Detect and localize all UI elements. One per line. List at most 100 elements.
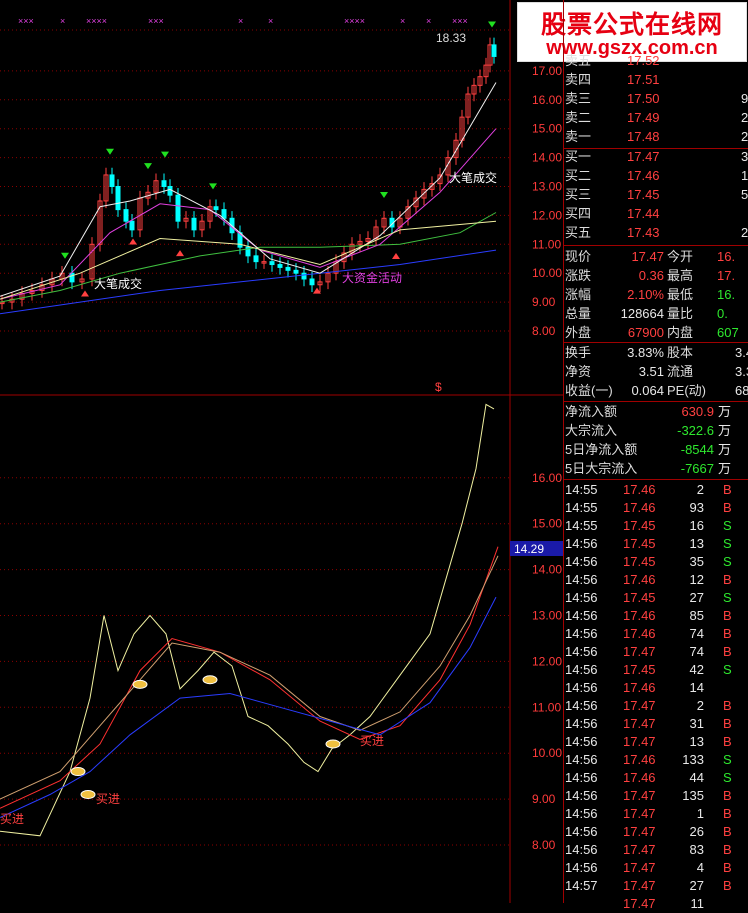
order-book-row: 卖五 17.52 [563, 52, 748, 70]
bottom-chart-signals [70, 675, 341, 800]
big-deal-label-1: 大笔成交 [94, 276, 142, 291]
trade-row-cell: 27 [689, 878, 704, 893]
trade-row-cell: 74 [689, 626, 704, 641]
order-book-row-cell: 买五 [565, 225, 592, 240]
fund-flow-row-cell: 万 [718, 442, 732, 457]
trade-row: 14:56 17.46 74 B [563, 625, 748, 643]
fundamental-row-cell: PE(动) [667, 383, 707, 398]
trade-row-cell: 17.46 [623, 608, 656, 623]
buy-arrow [81, 290, 89, 297]
gold-ingot-icon [70, 767, 86, 777]
order-book-row-cell: 17.52 [627, 53, 660, 68]
order-book-row-cell: 2 [741, 225, 748, 240]
fundamental-row-cell: 68 [735, 383, 748, 398]
y-tick-label: 15.00 [532, 122, 562, 136]
trade-row-cell: 17.45 [623, 554, 656, 569]
candle-body [213, 206, 219, 211]
fundamental-row-cell: 3.40 [735, 345, 748, 360]
big-deal-label-2: 大笔成交 [449, 170, 497, 185]
candle-body [167, 186, 173, 196]
buy-label-1: 买进 [0, 812, 24, 826]
candle-body [115, 186, 121, 211]
trade-row-cell: 17.47 [623, 878, 656, 893]
quote-row-cell: 17.47 [631, 249, 664, 264]
trade-row: 14:56 17.47 74 B [563, 643, 748, 661]
candle-body [285, 266, 291, 271]
trade-row-cell: 35 [689, 554, 704, 569]
trade-row-cell: 14:55 [565, 500, 598, 515]
trade-row-cell: 27 [689, 590, 704, 605]
trade-row: 14:56 17.46 14 [563, 679, 748, 697]
trade-row-cell: 16 [689, 518, 704, 533]
sell-arrow [106, 148, 114, 155]
quote-row-cell: 量比 [667, 306, 694, 321]
trade-row: 14:56 17.47 13 B [563, 733, 748, 751]
order-book-row-cell: 17.51 [627, 72, 660, 87]
order-book-row: 卖二 17.49 2 [563, 109, 748, 127]
quote-row-cell: 16. [717, 287, 736, 302]
trade-row-cell: B [723, 608, 732, 623]
trade-row-cell: B [723, 644, 732, 659]
fund-flow-row-cell: 万 [718, 423, 732, 438]
order-book-row-cell: 卖一 [565, 129, 592, 144]
trade-row-cell: S [723, 590, 732, 605]
trade-row-cell: 93 [689, 500, 704, 515]
buy-label-2: 买进 [96, 792, 120, 806]
trade-row-cell: 14:56 [565, 860, 598, 875]
trade-row: 14:56 17.46 133 S [563, 751, 748, 769]
order-book-row: 卖三 17.50 9 [563, 90, 748, 108]
order-book-row-cell: 卖五 [565, 53, 592, 68]
candle-body [69, 272, 75, 283]
trade-row-cell: B [723, 716, 732, 731]
panel-separator [563, 342, 748, 343]
fund-flow-row: 5日净流入额 -8544 万 [563, 441, 748, 459]
candle-body [301, 272, 307, 280]
fund-flow-row: 大宗流入 -322.6 万 [563, 422, 748, 440]
trade-row-cell: 26 [689, 824, 704, 839]
candle-body [191, 217, 197, 231]
trade-row-cell: B [723, 698, 732, 713]
candle-body [161, 180, 167, 188]
quote-row-cell: 最低 [667, 287, 694, 302]
signal-marker: ×××× [86, 16, 107, 26]
trade-row: 14:55 17.46 2 B [563, 481, 748, 499]
trade-row-cell: B [723, 482, 732, 497]
sell-arrow [380, 192, 388, 199]
trade-row-cell: 14:56 [565, 680, 598, 695]
trade-row-cell: 17.47 [623, 788, 656, 803]
gold-ingot-icon [202, 675, 218, 685]
order-book-row-cell: 卖三 [565, 91, 592, 106]
sell-arrow [144, 163, 152, 170]
trade-row: 14:56 17.45 27 S [563, 589, 748, 607]
order-book-row-cell: 17.44 [627, 206, 660, 221]
trade-row: 14:56 17.45 13 S [563, 535, 748, 553]
trade-row-cell: 14:56 [565, 824, 598, 839]
trade-row-cell: 31 [689, 716, 704, 731]
trade-row-cell: 14:56 [565, 806, 598, 821]
trade-row-cell: 17.47 [623, 842, 656, 857]
bottom-chart-y-axis: 16.00 15.00 14.00 13.00 12.00 11.00 10.00 9.00 8… [532, 471, 562, 852]
trade-row: 14:56 17.45 42 S [563, 661, 748, 679]
trade-row-cell: 85 [689, 608, 704, 623]
buy-label-3: 买进 [360, 734, 384, 748]
quote-row-cell: 2.10% [627, 287, 664, 302]
trade-row-cell: S [723, 536, 732, 551]
order-book-row-cell: 17.43 [627, 225, 660, 240]
trade-row-cell: B [723, 626, 732, 641]
y-tick-label: 8.00 [532, 838, 556, 852]
trade-row-cell: 17.46 [623, 572, 656, 587]
trade-row-cell: B [723, 824, 732, 839]
fund-flow-row-cell: 万 [718, 461, 732, 476]
trade-row-cell: 14:57 [565, 878, 598, 893]
quote-row-cell: 外盘 [565, 325, 592, 340]
quote-row: 现价 17.47 今开 16. [563, 248, 748, 266]
trade-row-cell: 14:56 [565, 608, 598, 623]
trade-row-cell: 12 [689, 572, 704, 587]
order-book-row: 买二 17.46 1 [563, 167, 748, 185]
fundamental-row-cell: 流通 [667, 364, 694, 379]
sell-arrow [61, 252, 69, 259]
signal-marker: × [400, 16, 405, 26]
top-chart-y-axis: 17.00 16.00 15.00 14.00 13.00 12.00 11.00 10.00… [532, 64, 562, 338]
fundamental-row-cell: 净资 [565, 364, 592, 379]
fund-flow-row-cell: 万 [718, 404, 732, 419]
